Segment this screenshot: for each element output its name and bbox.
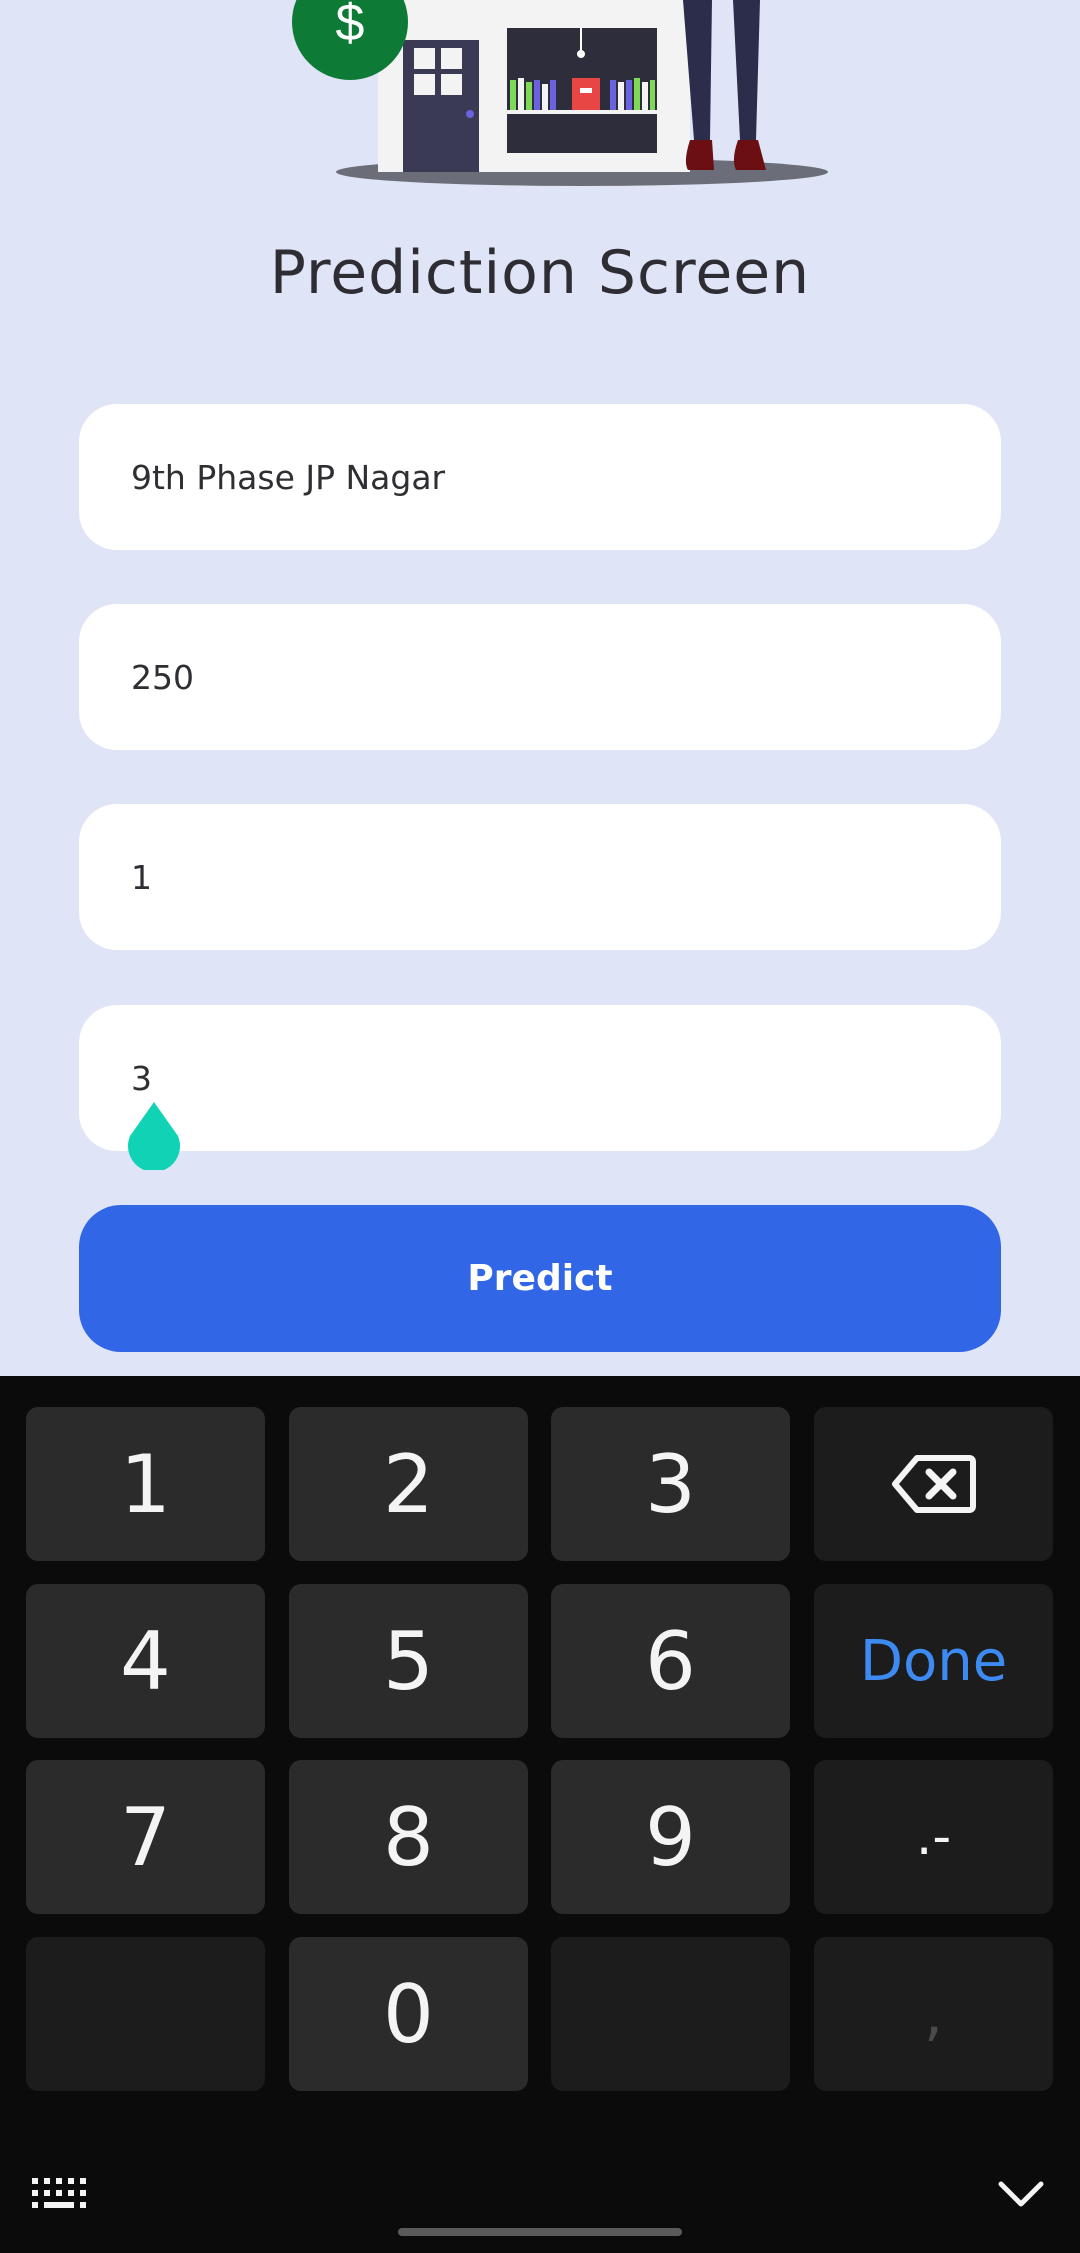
- key-7[interactable]: 7: [26, 1760, 265, 1914]
- dollar-symbol: $: [336, 0, 365, 52]
- person-leg-right: [733, 0, 760, 140]
- key-0[interactable]: 0: [289, 1937, 528, 2091]
- key-6[interactable]: 6: [551, 1584, 790, 1738]
- red-book: [572, 78, 600, 110]
- key-1[interactable]: 1: [26, 1407, 265, 1561]
- bathrooms-value: 1: [131, 857, 152, 897]
- bhk-value: 3: [131, 1058, 152, 1098]
- comma-key[interactable]: ,: [814, 1937, 1053, 2091]
- key-2[interactable]: 2: [289, 1407, 528, 1561]
- location-input[interactable]: 9th Phase JP Nagar: [79, 404, 1001, 550]
- predict-button[interactable]: Predict: [79, 1205, 1001, 1352]
- bhk-input[interactable]: 3: [79, 1005, 1001, 1170]
- key-3[interactable]: 3: [551, 1407, 790, 1561]
- key-8[interactable]: 8: [289, 1760, 528, 1914]
- chevron-down-icon[interactable]: [998, 2180, 1044, 2208]
- punctuation-key[interactable]: .-: [814, 1760, 1053, 1914]
- area-value: 250: [131, 657, 194, 697]
- key-5[interactable]: 5: [289, 1584, 528, 1738]
- key-4[interactable]: 4: [26, 1584, 265, 1738]
- empty-key-left: [26, 1937, 265, 2091]
- keyboard-layout-icon[interactable]: [32, 2176, 86, 2210]
- home-indicator[interactable]: [398, 2228, 682, 2236]
- key-9[interactable]: 9: [551, 1760, 790, 1914]
- text-cursor-handle[interactable]: [126, 1100, 182, 1170]
- house-illustration: $: [292, 0, 828, 186]
- empty-key-right: [551, 1937, 790, 2091]
- page-title: Prediction Screen: [269, 238, 811, 308]
- location-value: 9th Phase JP Nagar: [131, 457, 446, 497]
- backspace-icon: [891, 1455, 976, 1513]
- area-input[interactable]: 250: [79, 604, 1001, 750]
- backspace-key[interactable]: [814, 1407, 1053, 1561]
- numeric-keyboard: 1 2 3 4 5 6 Done 7 8 9 .- 0 ,: [0, 1376, 1080, 2253]
- done-key[interactable]: Done: [814, 1584, 1053, 1738]
- bathrooms-input[interactable]: 1: [79, 804, 1001, 950]
